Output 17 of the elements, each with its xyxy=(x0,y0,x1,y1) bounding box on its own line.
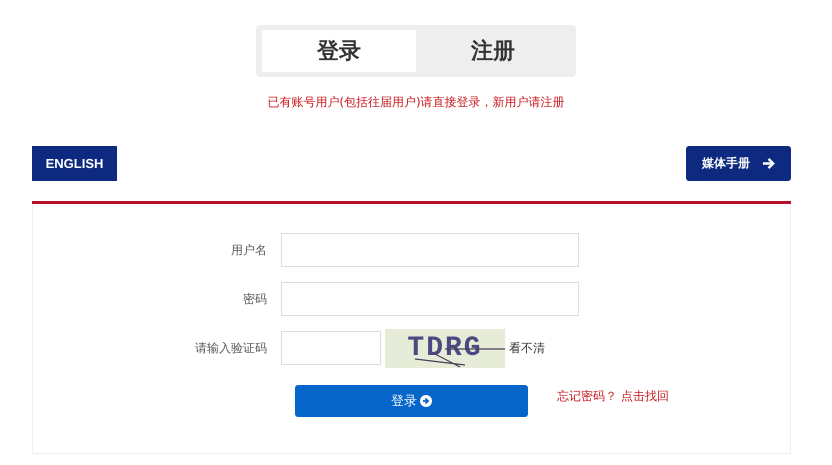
tab[interactable]: 注册 xyxy=(416,30,570,72)
arrow-icon xyxy=(762,157,775,170)
captcha-image[interactable]: TDRG xyxy=(385,328,505,368)
field-label: 请输入验证码 xyxy=(194,340,268,356)
refresh-link[interactable]: 看不清 xyxy=(509,340,545,356)
login-button[interactable]: 登录 xyxy=(295,385,528,417)
media-handbook-button[interactable]: 媒体手册 xyxy=(686,146,791,181)
notice-text: 已有账号用户(包括往届用户)请直接登录，新用户请注册 xyxy=(266,94,566,111)
captcha-field[interactable] xyxy=(281,331,381,365)
field-label: 密码 xyxy=(242,290,268,308)
forgot-password-link[interactable]: 忘记密码？ 点击找回 xyxy=(557,388,669,404)
arrow-circle-icon xyxy=(420,395,432,407)
username-field[interactable] xyxy=(281,233,579,267)
english-button[interactable]: ENGLISH xyxy=(32,146,117,181)
password-field[interactable] xyxy=(281,282,579,316)
field-label: 用户名 xyxy=(230,242,268,258)
tab[interactable]: 登录 xyxy=(262,30,416,72)
